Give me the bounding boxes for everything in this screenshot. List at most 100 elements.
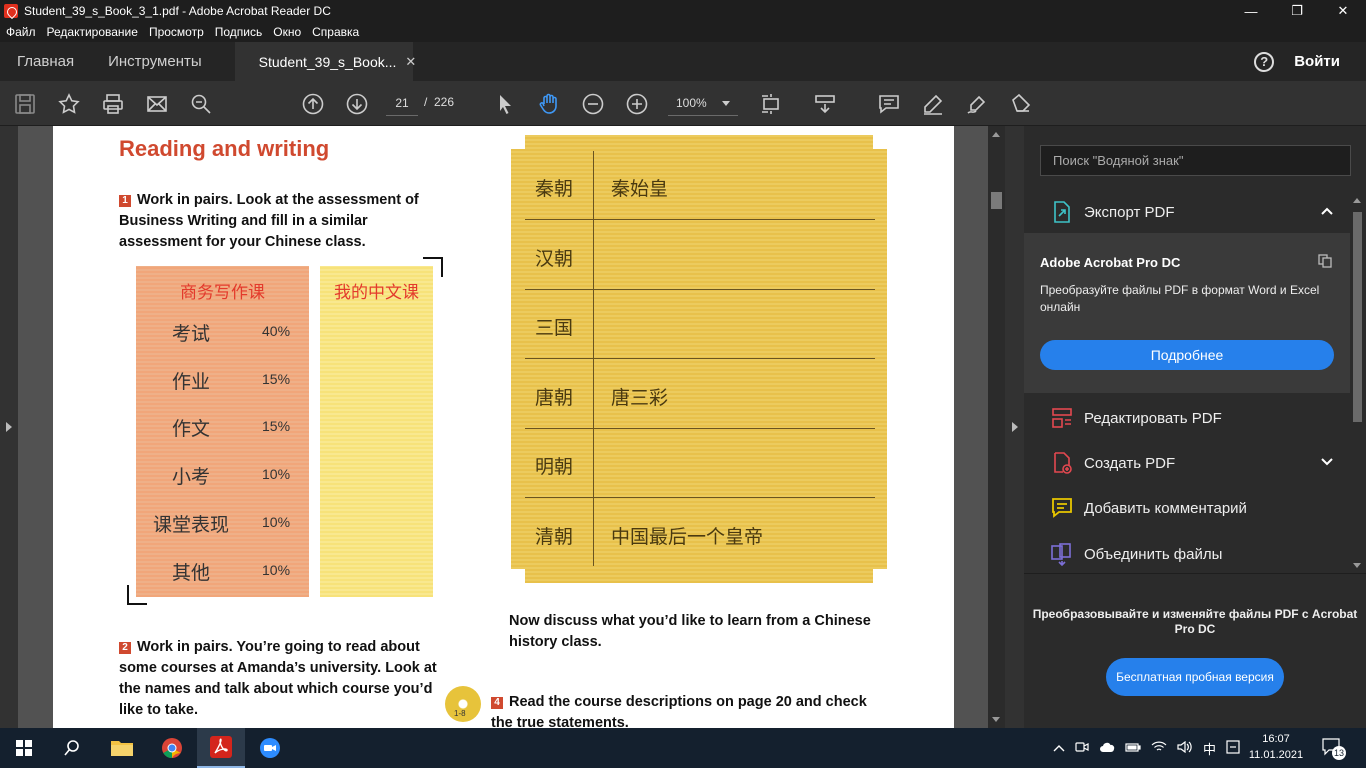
comment-tool-icon[interactable]	[876, 91, 902, 117]
copy-icon[interactable]	[1317, 253, 1333, 269]
document-viewport[interactable]: Reading and writing 1 Work in pairs. Look…	[18, 126, 988, 728]
tab-document[interactable]: Student_39_s_Book... ✕	[234, 42, 416, 81]
zoom-out-icon[interactable]	[580, 91, 606, 117]
menu-edit[interactable]: Редактирование	[41, 25, 143, 39]
toolbar: 21 / 226 100%	[0, 81, 1366, 126]
menu-window[interactable]: Окно	[267, 25, 306, 39]
dynasty-table: 秦朝 秦始皇 汉朝 三国 唐朝 唐三彩 明朝 清朝 中国最后一个皇帝	[511, 135, 887, 583]
close-window-button[interactable]: ✕	[1320, 0, 1366, 22]
edit-pdf-item[interactable]: Редактировать PDF	[1024, 398, 1350, 438]
acrobat-taskbar-button[interactable]	[197, 728, 245, 768]
table-row: 作业 15%	[136, 367, 309, 397]
input-language[interactable]: 中	[1203, 739, 1216, 758]
tab-home[interactable]: Главная	[0, 42, 91, 81]
row-name: 作文	[171, 418, 210, 440]
exercise-2-number: 2	[119, 642, 131, 654]
select-cursor-icon[interactable]	[492, 91, 518, 117]
scroll-thumb[interactable]	[991, 192, 1002, 209]
combine-files-label: Объединить файлы	[1084, 545, 1223, 563]
bookmark-star-icon[interactable]	[56, 91, 82, 117]
collapse-right-icon	[1012, 422, 1018, 432]
tools-scrollbar[interactable]	[1350, 196, 1364, 570]
scroll-down-icon[interactable]	[992, 717, 1000, 722]
table-row: 考试 40%	[136, 319, 309, 349]
volume-icon[interactable]	[1177, 740, 1193, 756]
battery-icon[interactable]	[1125, 741, 1141, 756]
search-icon	[64, 740, 79, 756]
signin-button[interactable]: Войти	[1294, 42, 1340, 81]
tab-tools[interactable]: Инструменты	[91, 42, 219, 81]
help-button[interactable]: ?	[1254, 42, 1275, 81]
meet-now-icon[interactable]	[1075, 740, 1089, 757]
exercise-2-text: Work in pairs. You’re going to read abou…	[119, 639, 437, 718]
onedrive-icon[interactable]	[1099, 741, 1115, 756]
create-pdf-item[interactable]: Создать PDF	[1024, 443, 1350, 483]
page-down-icon[interactable]	[344, 91, 370, 117]
show-hidden-icons-icon[interactable]	[1053, 741, 1065, 756]
exercise-1-number: 1	[119, 195, 131, 207]
zoom-select[interactable]: 100%	[668, 90, 738, 116]
fit-page-icon[interactable]	[758, 91, 784, 117]
highlight-pen-icon[interactable]	[920, 91, 946, 117]
learn-more-button[interactable]: Подробнее	[1040, 340, 1334, 370]
page-total: 226	[434, 95, 455, 109]
scroll-down-icon[interactable]	[1353, 563, 1361, 568]
zoom-app-icon	[260, 738, 280, 758]
table-row: 作文 15%	[136, 414, 309, 444]
dynasty-name: 唐朝	[535, 387, 574, 409]
cd-track-label: 1-8	[454, 709, 466, 718]
export-pdf-label: Экспорт PDF	[1084, 203, 1175, 221]
page-up-icon[interactable]	[300, 91, 326, 117]
right-panel-toggle[interactable]	[1005, 126, 1024, 728]
page-number-input[interactable]: 21	[386, 90, 418, 116]
minimize-button[interactable]: —	[1228, 0, 1274, 22]
clock[interactable]: 16:07 11.01.2021	[1248, 731, 1304, 763]
redact-tool-icon[interactable]	[1008, 91, 1034, 117]
print-icon[interactable]	[100, 91, 126, 117]
search-button[interactable]	[48, 728, 96, 768]
find-zoom-icon[interactable]	[188, 91, 214, 117]
scroll-up-icon[interactable]	[992, 132, 1000, 137]
start-button[interactable]	[0, 728, 48, 768]
dynasty-name: 明朝	[535, 456, 574, 478]
dynasty-name: 三国	[535, 317, 574, 339]
promo-title: Adobe Acrobat Pro DC	[1040, 255, 1181, 270]
chevron-down-icon[interactable]	[1320, 455, 1334, 473]
combine-files-icon	[1048, 540, 1076, 568]
zoom-in-icon[interactable]	[624, 91, 650, 117]
document-scrollbar[interactable]	[988, 126, 1005, 728]
wifi-icon[interactable]	[1151, 741, 1167, 756]
notification-count-badge: 13	[1332, 746, 1346, 760]
menu-sign[interactable]: Подпись	[209, 25, 268, 39]
chevron-up-icon[interactable]	[1320, 204, 1334, 222]
export-pdf-item[interactable]: Экспорт PDF	[1024, 192, 1350, 232]
comment-icon	[1048, 494, 1076, 522]
file-explorer-button[interactable]	[98, 728, 146, 768]
sign-tool-icon[interactable]	[964, 91, 990, 117]
menu-file[interactable]: Файл	[0, 25, 41, 39]
menu-view[interactable]: Просмотр	[143, 25, 209, 39]
clock-date: 11.01.2021	[1248, 749, 1304, 761]
free-trial-button[interactable]: Бесплатная пробная версия	[1106, 658, 1284, 696]
save-icon[interactable]	[12, 91, 38, 117]
scroll-up-icon[interactable]	[1353, 198, 1361, 203]
dynasty-desc: 唐三彩	[611, 387, 669, 409]
combine-files-item[interactable]: Объединить файлы	[1024, 534, 1350, 574]
left-panel-toggle[interactable]	[0, 126, 18, 728]
chrome-button[interactable]	[148, 728, 196, 768]
zoom-app-button[interactable]	[246, 728, 294, 768]
maximize-button[interactable]: ❐	[1274, 0, 1320, 22]
email-icon[interactable]	[144, 91, 170, 117]
action-center-button[interactable]: 13	[1322, 738, 1346, 760]
table-row: 课堂表现 10%	[136, 510, 309, 540]
tools-search-input[interactable]: Поиск "Водяной знак"	[1040, 145, 1351, 176]
table-row: 明朝	[525, 428, 875, 498]
menu-help[interactable]: Справка	[306, 25, 364, 39]
expand-left-icon	[6, 422, 12, 432]
hand-tool-icon[interactable]	[536, 91, 562, 117]
ime-mode-icon[interactable]	[1226, 739, 1240, 757]
row-value: 10%	[262, 562, 291, 578]
scroll-mode-icon[interactable]	[812, 91, 838, 117]
scroll-thumb[interactable]	[1353, 212, 1362, 422]
add-comment-item[interactable]: Добавить комментарий	[1024, 488, 1350, 528]
